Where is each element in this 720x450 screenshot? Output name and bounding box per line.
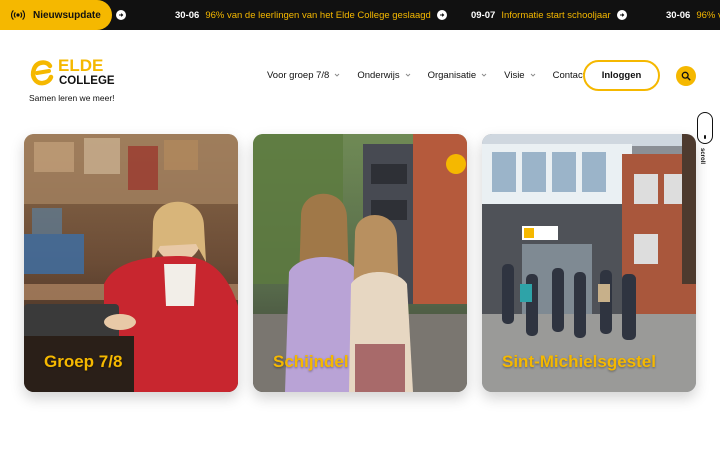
logo-tagline: Samen leren we meer! <box>29 93 115 103</box>
nav-item-label: Contact <box>552 69 586 81</box>
ticker-item-date: 30-06 <box>666 9 691 21</box>
ticker-item-date: 30-06 <box>175 9 200 21</box>
nav-item-voor-groep-7-8[interactable]: Voor groep 7/8 <box>267 70 340 81</box>
nav-item-organisatie[interactable]: Organisatie <box>428 70 488 81</box>
ticker-item-text: 96% van de leerlingen van het Elde Colle… <box>205 9 431 21</box>
ticker-item-text: 96% van de <box>696 9 720 21</box>
ticker-item-text: Informatie start schooljaar <box>501 9 611 21</box>
nav-item-label: Onderwijs <box>357 69 400 81</box>
ticker-item-date: 09-07 <box>471 9 496 21</box>
ticker-item[interactable]: 30-06 96% van de <box>666 0 720 30</box>
nav-item-label: Visie <box>504 69 525 81</box>
card-title: Sint-Michielsgestel <box>502 352 656 371</box>
search-button[interactable] <box>676 66 696 86</box>
chevron-down-icon <box>405 73 410 77</box>
arrow-right-circle-icon <box>436 10 447 20</box>
nav-item-visie[interactable]: Visie <box>504 70 535 81</box>
arrow-right-circle-icon <box>116 10 126 20</box>
news-update-badge: Nieuwsupdate <box>0 0 112 30</box>
nav-item-contact[interactable]: Contact <box>553 70 586 81</box>
search-icon <box>681 71 691 81</box>
news-update-label: Nieuwsupdate <box>33 9 101 21</box>
card-title: Schijndel <box>273 352 349 371</box>
chevron-down-icon <box>530 73 535 77</box>
logo-name-top: ELDE <box>58 56 104 75</box>
card-sint-michielsgestel[interactable]: Sint-Michielsgestel <box>482 134 696 392</box>
ticker-item[interactable] <box>116 0 126 30</box>
logo-name-bottom: COLLEGE <box>59 75 115 87</box>
card-groep-7-8[interactable]: Groep 7/8 <box>24 134 238 392</box>
scroll-mouse-icon <box>697 112 713 144</box>
login-button[interactable]: Inloggen <box>583 60 660 91</box>
chevron-down-icon <box>481 73 487 77</box>
card-schijndel[interactable]: Schijndel <box>253 134 467 392</box>
card-title: Groep 7/8 <box>44 352 123 371</box>
main-nav: Voor groep 7/8 Onderwijs Organisatie Vis… <box>267 64 585 86</box>
ticker-item[interactable]: 30-06 96% van de leerlingen van het Elde… <box>175 0 447 30</box>
arrow-right-circle-icon <box>616 10 627 20</box>
chevron-down-icon <box>335 73 340 77</box>
nav-item-label: Voor groep 7/8 <box>267 69 330 81</box>
nav-item-onderwijs[interactable]: Onderwijs <box>357 70 410 81</box>
elde-logo-mark-icon <box>30 60 54 86</box>
news-ticker: Nieuwsupdate 30-06 96% van de leerlingen… <box>0 0 720 30</box>
nav-item-label: Organisatie <box>427 69 477 81</box>
ticker-item[interactable]: 09-07 Informatie start schooljaar <box>471 0 627 30</box>
scroll-label: scroll <box>699 148 705 165</box>
radio-broadcast-icon <box>11 9 25 21</box>
elde-college-logo[interactable]: ELDE COLLEGE Samen leren we meer! <box>28 56 128 104</box>
